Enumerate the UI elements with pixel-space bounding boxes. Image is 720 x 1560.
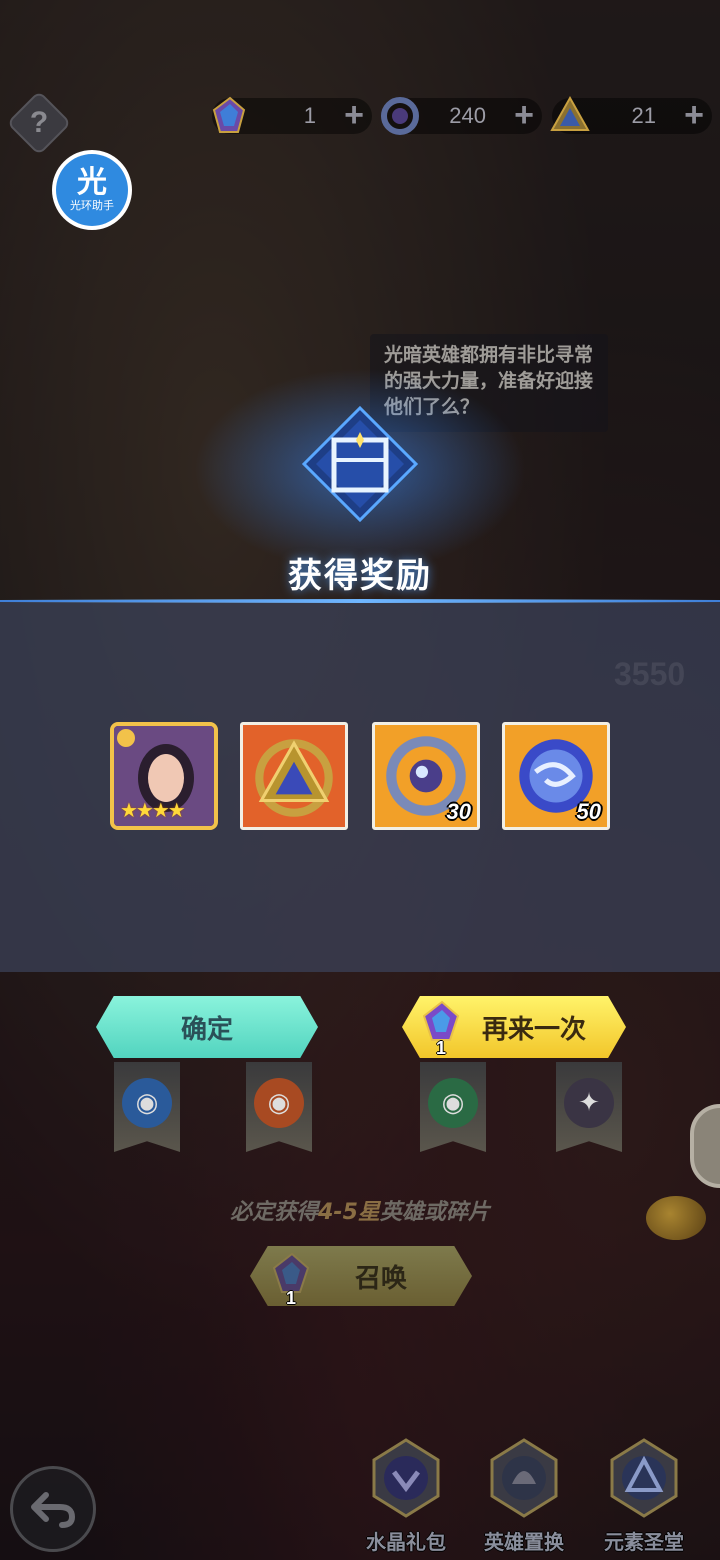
panel-top-glow: [0, 599, 720, 603]
currency-ring-orb: 240 +: [381, 97, 542, 135]
blue-orb-item-count: 50: [576, 799, 601, 824]
helper-glyph: 光: [77, 165, 107, 200]
nav-hero-swap[interactable]: 英雄置换: [476, 1438, 572, 1554]
confirm-button[interactable]: 确定: [96, 996, 318, 1058]
guarantee-prefix: 必定获得: [230, 1200, 319, 1225]
reward-item-blue-orb[interactable]: 50: [502, 722, 610, 830]
nav-crystal-gift[interactable]: 水晶礼包: [358, 1438, 454, 1554]
helper-label: 光环助手: [70, 199, 114, 212]
element-temple-icon: [610, 1438, 678, 1518]
wind-element-icon: ◉: [428, 1078, 478, 1128]
crystal-gift-icon: [372, 1438, 440, 1518]
guarantee-suffix: 英雄或碎片: [379, 1200, 490, 1225]
ring-orb-icon: [381, 97, 419, 135]
hero-swap-icon: [490, 1438, 558, 1518]
banner-fire: ◉: [246, 1062, 312, 1152]
back-button[interactable]: [10, 1466, 96, 1552]
guarantee-highlight: 4-5星: [318, 1200, 380, 1225]
banner-light-dark: ✦: [556, 1062, 622, 1152]
banner-water: ◉: [114, 1062, 180, 1152]
nav-element-temple[interactable]: 元素圣堂: [596, 1438, 692, 1554]
element-emblem-icon: [243, 725, 345, 827]
reward-item-ring-orb[interactable]: 30: [372, 722, 480, 830]
reward-title: 获得奖励: [288, 556, 432, 596]
emblem-count: 21: [631, 103, 656, 128]
triangle-emblem-icon: [550, 95, 590, 131]
reward-chest-icon: [301, 405, 419, 523]
currency-emblem: 21 +: [550, 95, 712, 134]
currency-crystal: 1 +: [212, 96, 372, 134]
add-ring-orb-button[interactable]: +: [514, 98, 534, 132]
add-crystal-button[interactable]: +: [344, 98, 364, 132]
nav-hero-swap-label: 英雄置换: [484, 1530, 564, 1554]
reward-item-hero[interactable]: ★★★★: [110, 722, 218, 830]
back-arrow-icon: [31, 1492, 76, 1528]
helper-floating-button[interactable]: 光 光环助手: [52, 150, 132, 230]
reward-item-emblem[interactable]: [240, 722, 348, 830]
water-element-icon: ◉: [122, 1078, 172, 1128]
nav-crystal-gift-label: 水晶礼包: [366, 1530, 446, 1554]
banner-wind: ◉: [420, 1062, 486, 1152]
light-dark-element-icon: ✦: [564, 1078, 614, 1128]
ring-orb-item-count: 30: [446, 799, 471, 824]
help-question-icon: ?: [29, 106, 49, 139]
summon-cost: 1: [286, 1288, 297, 1308]
crystal-icon: [212, 96, 246, 133]
helper-badge: 光 光环助手: [56, 154, 128, 226]
hero-star-rating: ★★★★: [120, 798, 186, 822]
nav-element-temple-label: 元素圣堂: [604, 1530, 684, 1554]
reward-panel: [0, 599, 720, 972]
ring-orb-count: 240: [449, 103, 486, 128]
guarantee-text: 必定获得4-5星英雄或碎片: [0, 1194, 720, 1226]
crystal-count: 1: [303, 103, 316, 128]
add-emblem-button[interactable]: +: [684, 98, 704, 132]
again-cost: 1: [436, 1038, 447, 1058]
fire-element-icon: ◉: [254, 1078, 304, 1128]
